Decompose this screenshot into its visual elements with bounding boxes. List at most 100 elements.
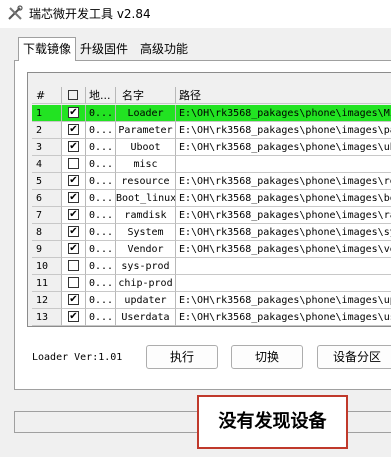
tab-advanced[interactable]: 高级功能 (136, 39, 192, 59)
table-row[interactable]: 9 ✔ 0... Vendor E:\OH\rk3568_pakages\phone\i… (32, 241, 391, 258)
row-name[interactable]: System (116, 224, 176, 241)
run-button[interactable]: 执行 (146, 345, 218, 369)
row-name[interactable]: Loader (116, 105, 176, 122)
row-path[interactable]: E:\OH\rk3568_pakages\phone\images\pa (176, 122, 391, 139)
tab-upgrade-firmware[interactable]: 升级固件 (76, 39, 132, 59)
row-number: 12 (32, 292, 62, 309)
row-check-cell: ✔ (62, 190, 86, 207)
row-name[interactable]: resource (116, 173, 176, 190)
table-row[interactable]: 5 ✔ 0... resource E:\OH\rk3568_pakages\phone… (32, 173, 391, 190)
row-path[interactable]: E:\OH\rk3568_pakages\phone\images\us (176, 309, 391, 326)
table-row[interactable]: 10 0... sys-prod (32, 258, 391, 275)
no-device-status: 没有发现设备 (197, 395, 348, 449)
device-partition-button[interactable]: 设备分区 (317, 345, 391, 369)
row-path[interactable] (176, 156, 391, 173)
row-name[interactable]: Boot_linux (116, 190, 176, 207)
partition-table: # 地... 名字 路径 1 ✔ 0... Loader E:\OH\rk3568_pa… (27, 72, 391, 327)
row-check-cell: ✔ (62, 224, 86, 241)
row-name[interactable]: updater (116, 292, 176, 309)
row-check-cell: ✔ (62, 292, 86, 309)
row-number: 8 (32, 224, 62, 241)
table-row[interactable]: 3 ✔ 0... Uboot E:\OH\rk3568_pakages\phone\im… (32, 139, 391, 156)
row-path[interactable]: E:\OH\rk3568_pakages\phone\images\ve (176, 241, 391, 258)
row-address[interactable]: 0... (86, 122, 116, 139)
row-name[interactable]: Uboot (116, 139, 176, 156)
table-header-row: # 地... 名字 路径 (32, 87, 391, 104)
table-row[interactable]: 4 0... misc (32, 156, 391, 173)
row-name[interactable]: misc (116, 156, 176, 173)
row-path[interactable] (176, 258, 391, 275)
row-name[interactable]: Vendor (116, 241, 176, 258)
table-row[interactable]: 7 ✔ 0... ramdisk E:\OH\rk3568_pakages\phone\… (32, 207, 391, 224)
row-name[interactable]: Userdata (116, 309, 176, 326)
row-number: 4 (32, 156, 62, 173)
row-address[interactable]: 0... (86, 173, 116, 190)
row-path[interactable]: E:\OH\rk3568_pakages\phone\images\sy (176, 224, 391, 241)
row-address[interactable]: 0... (86, 292, 116, 309)
row-path[interactable]: E:\OH\rk3568_pakages\phone\images\ub (176, 139, 391, 156)
row-checkbox[interactable]: ✔ (68, 107, 79, 118)
row-checkbox[interactable]: ✔ (68, 226, 79, 237)
row-number: 9 (32, 241, 62, 258)
row-check-cell: ✔ (62, 173, 86, 190)
row-number: 7 (32, 207, 62, 224)
row-address[interactable]: 0... (86, 139, 116, 156)
row-name[interactable]: Parameter (116, 122, 176, 139)
row-checkbox[interactable]: ✔ (68, 209, 79, 220)
row-path[interactable]: E:\OH\rk3568_pakages\phone\images\ra (176, 207, 391, 224)
row-address[interactable]: 0... (86, 207, 116, 224)
row-address[interactable]: 0... (86, 275, 116, 292)
row-path[interactable] (176, 275, 391, 292)
row-check-cell: ✔ (62, 122, 86, 139)
row-address[interactable]: 0... (86, 258, 116, 275)
row-checkbox[interactable]: ✔ (68, 175, 79, 186)
table-row[interactable]: 11 0... chip-prod (32, 275, 391, 292)
table-row[interactable]: 2 ✔ 0... Parameter E:\OH\rk3568_pakages\phon… (32, 122, 391, 139)
row-name[interactable]: ramdisk (116, 207, 176, 224)
table-row[interactable]: 1 ✔ 0... Loader E:\OH\rk3568_pakages\phone\i… (32, 105, 391, 122)
row-number: 11 (32, 275, 62, 292)
row-checkbox[interactable]: ✔ (68, 311, 79, 322)
switch-button[interactable]: 切换 (231, 345, 303, 369)
row-number: 2 (32, 122, 62, 139)
row-path[interactable]: E:\OH\rk3568_pakages\phone\images\Mi (176, 105, 391, 122)
row-path[interactable]: E:\OH\rk3568_pakages\phone\images\re (176, 173, 391, 190)
column-header-address[interactable]: 地... (86, 87, 116, 104)
row-checkbox[interactable] (68, 158, 79, 169)
row-address[interactable]: 0... (86, 190, 116, 207)
row-check-cell: ✔ (62, 207, 86, 224)
row-check-cell (62, 156, 86, 173)
row-number: 6 (32, 190, 62, 207)
table-row[interactable]: 6 ✔ 0... Boot_linux E:\OH\rk3568_pakages\pho… (32, 190, 391, 207)
row-number: 3 (32, 139, 62, 156)
row-address[interactable]: 0... (86, 241, 116, 258)
select-all-checkbox[interactable] (68, 90, 78, 100)
tab-strip: 下载镜像 升级固件 高级功能 (14, 37, 391, 61)
row-address[interactable]: 0... (86, 156, 116, 173)
table-row[interactable]: 13 ✔ 0... Userdata E:\OH\rk3568_pakages\phon… (32, 309, 391, 326)
row-address[interactable]: 0... (86, 105, 116, 122)
row-checkbox[interactable]: ✔ (68, 141, 79, 152)
row-checkbox[interactable]: ✔ (68, 124, 79, 135)
table-row[interactable]: 12 ✔ 0... updater E:\OH\rk3568_pakages\phone… (32, 292, 391, 309)
row-checkbox[interactable] (68, 260, 79, 271)
column-header-num[interactable]: # (32, 87, 62, 104)
column-header-check[interactable] (62, 87, 86, 104)
window-title: 瑞芯微开发工具 v2.84 (29, 7, 151, 21)
row-name[interactable]: sys-prod (116, 258, 176, 275)
row-number: 1 (32, 105, 62, 122)
row-name[interactable]: chip-prod (116, 275, 176, 292)
row-path[interactable]: E:\OH\rk3568_pakages\phone\images\bo (176, 190, 391, 207)
column-header-name[interactable]: 名字 (116, 87, 176, 104)
loader-version-label: Loader Ver:1.01 (32, 352, 123, 363)
tab-download-image[interactable]: 下载镜像 (18, 37, 77, 61)
column-header-path[interactable]: 路径 (176, 87, 391, 104)
row-address[interactable]: 0... (86, 224, 116, 241)
row-address[interactable]: 0... (86, 309, 116, 326)
row-checkbox[interactable]: ✔ (68, 243, 79, 254)
row-checkbox[interactable]: ✔ (68, 192, 79, 203)
row-path[interactable]: E:\OH\rk3568_pakages\phone\images\up (176, 292, 391, 309)
row-checkbox[interactable]: ✔ (68, 294, 79, 305)
row-checkbox[interactable] (68, 277, 79, 288)
table-row[interactable]: 8 ✔ 0... System E:\OH\rk3568_pakages\phone\i… (32, 224, 391, 241)
